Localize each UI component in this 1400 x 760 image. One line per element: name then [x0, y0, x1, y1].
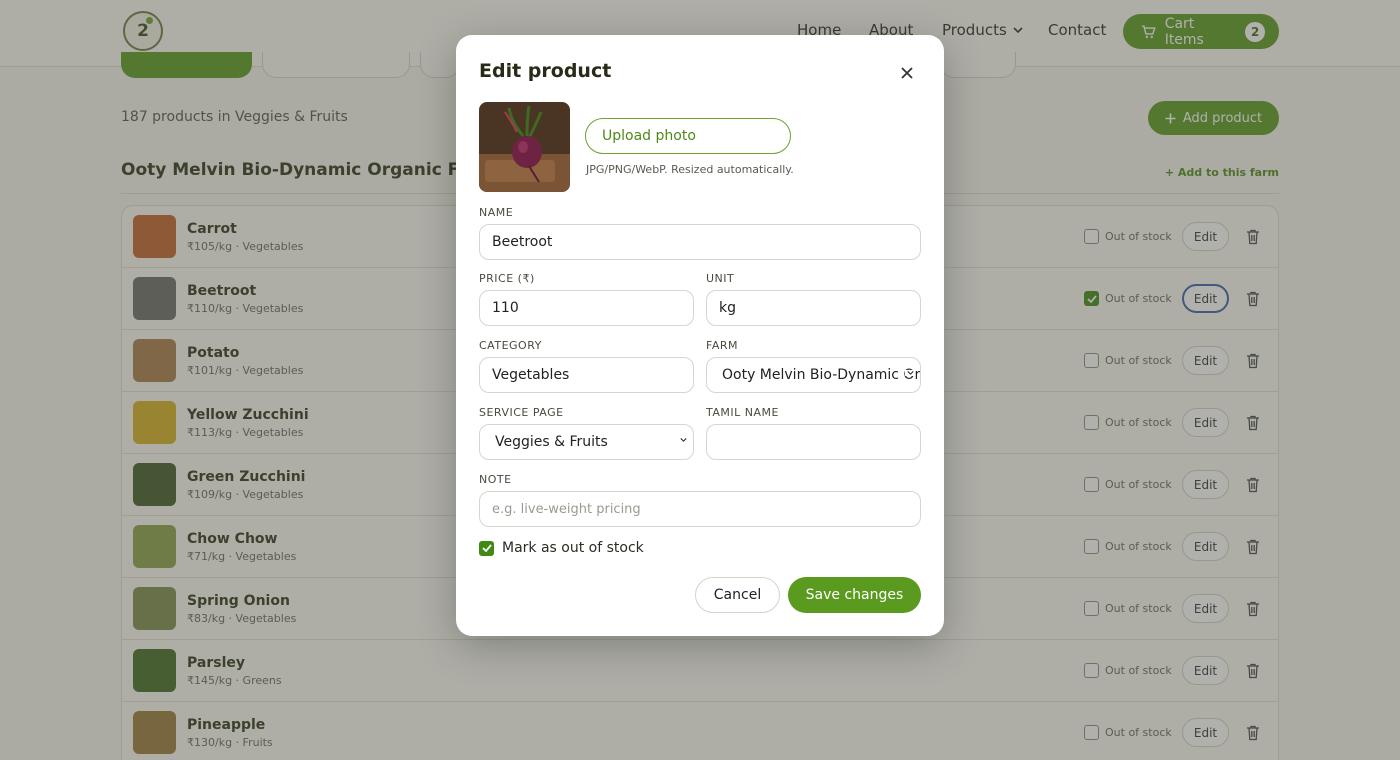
tamil-name-field[interactable] — [706, 424, 921, 460]
category-label: CATEGORY — [479, 339, 542, 352]
tamil-name-label: TAMIL NAME — [706, 406, 779, 419]
chevron-down-icon — [678, 437, 687, 443]
note-label: NOTE — [479, 473, 512, 486]
unit-field[interactable]: kg — [706, 290, 921, 326]
cancel-button[interactable]: Cancel — [695, 577, 780, 613]
farm-select[interactable]: Ooty Melvin Bio-Dynamic Organic Farm — [706, 357, 921, 393]
service-page-label: SERVICE PAGE — [479, 406, 564, 419]
beetroot-photo-image — [479, 102, 570, 192]
upload-hint: JPG/PNG/WebP. Resized automatically. — [586, 163, 794, 176]
edit-product-modal: Edit product Upload photo JPG/PNG/WebP. … — [456, 35, 944, 636]
modal-title: Edit product — [479, 60, 612, 82]
mark-out-of-stock-option[interactable]: Mark as out of stock — [479, 540, 644, 556]
mark-out-of-stock-label: Mark as out of stock — [502, 540, 644, 556]
unit-label: UNIT — [706, 272, 735, 285]
mark-out-of-stock-checkbox[interactable] — [479, 540, 494, 556]
price-field[interactable]: 110 — [479, 290, 694, 326]
service-page-select[interactable]: Veggies & Fruits — [479, 424, 694, 460]
service-page-value: Veggies & Fruits — [495, 434, 608, 450]
farm-label: FARM — [706, 339, 738, 352]
close-button[interactable] — [896, 62, 918, 84]
upload-photo-button[interactable]: Upload photo — [585, 118, 791, 154]
save-changes-button[interactable]: Save changes — [788, 577, 921, 613]
name-label: NAME — [479, 206, 514, 219]
price-label: PRICE (₹) — [479, 272, 535, 285]
category-field[interactable]: Vegetables — [479, 357, 694, 393]
name-field[interactable]: Beetroot — [479, 224, 921, 260]
close-icon — [901, 67, 913, 79]
note-field[interactable]: e.g. live-weight pricing — [479, 491, 921, 527]
product-photo — [479, 102, 570, 192]
checkmark-icon — [481, 544, 492, 552]
farm-select-value: Ooty Melvin Bio-Dynamic Organic Farm — [722, 367, 920, 383]
chevron-down-icon — [905, 370, 914, 376]
